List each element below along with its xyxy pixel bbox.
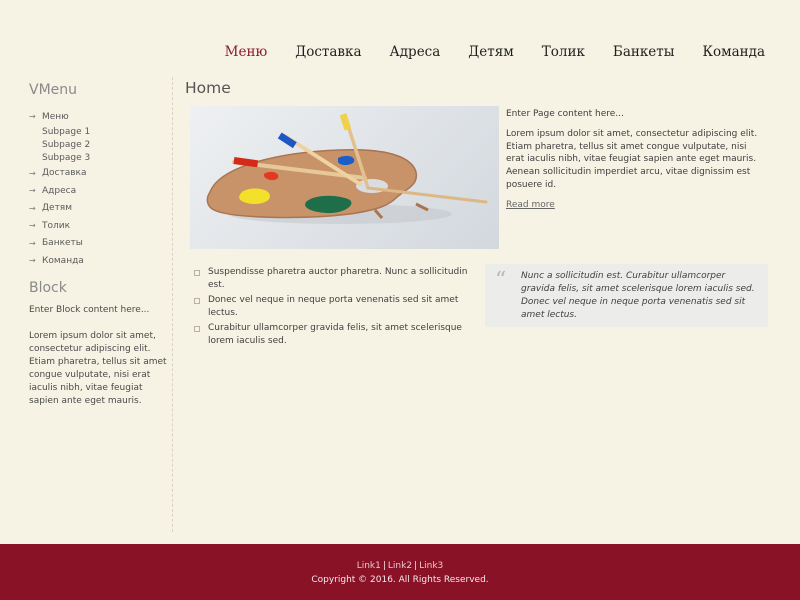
list-item-text: Donec vel neque in neque porta venenatis…: [208, 295, 459, 318]
vmenu-subpage-1[interactable]: Subpage 1: [29, 126, 169, 139]
arrow-right-icon: →: [29, 112, 36, 122]
arrow-right-icon: →: [29, 186, 36, 196]
vmenu-subpage-3[interactable]: Subpage 3: [29, 152, 169, 165]
square-bullet-icon: [194, 326, 200, 332]
arrow-right-icon: →: [29, 256, 36, 266]
block-intro: Enter Block content here...: [29, 304, 150, 315]
list-item: Donec vel neque in neque porta venenatis…: [193, 294, 473, 320]
list-item: Curabitur ullamcorper gravida felis, sit…: [193, 322, 473, 348]
top-nav: Меню Доставка Адреса Детям Толик Банкеты…: [197, 43, 765, 61]
nav-item-team[interactable]: Команда: [703, 43, 765, 61]
vmenu-item-delivery[interactable]: → Доставка: [29, 165, 169, 183]
arrow-right-icon: →: [29, 238, 36, 248]
quote-text: Nunc a sollicitudin est. Curabitur ullam…: [521, 271, 755, 320]
bullet-list: Suspendisse pharetra auctor pharetra. Nu…: [193, 266, 473, 350]
nav-item-addresses[interactable]: Адреса: [390, 43, 441, 61]
sidebar: VMenu → Меню Subpage 1 Subpage 2 Subpage…: [29, 80, 169, 421]
page-title: Home: [185, 79, 231, 97]
vmenu-item-addresses[interactable]: → Адреса: [29, 182, 169, 200]
intro-section: Enter Page content here... Lorem ipsum d…: [506, 108, 766, 212]
vmenu-item-menu[interactable]: → Меню: [29, 108, 169, 126]
block-body: Lorem ipsum dolor sit amet, consectetur …: [29, 330, 167, 406]
blockquote: “ Nunc a sollicitudin est. Curabitur ull…: [485, 264, 768, 327]
vmenu-item-banquets[interactable]: → Банкеты: [29, 235, 169, 253]
vmenu-item-label: Банкеты: [42, 238, 83, 249]
arrow-right-icon: →: [29, 203, 36, 213]
vmenu-item-label: Доставка: [42, 168, 87, 179]
vmenu-item-team[interactable]: → Команда: [29, 252, 169, 270]
block-content: Enter Block content here... Lorem ipsum …: [29, 304, 169, 408]
footer-links: Link1 | Link2 | Link3: [0, 560, 800, 572]
nav-item-menu[interactable]: Меню: [225, 43, 268, 61]
vmenu-item-label: Толик: [42, 220, 71, 231]
vmenu-item-label: Детям: [42, 203, 73, 214]
vmenu-subpage-2[interactable]: Subpage 2: [29, 139, 169, 152]
paint-palette-icon: [206, 113, 488, 224]
footer: Link1 | Link2 | Link3 Copyright © 2016. All …: [0, 544, 800, 600]
footer-link-1[interactable]: Link1: [357, 561, 381, 571]
read-more-link[interactable]: Read more: [506, 199, 766, 212]
arrow-right-icon: →: [29, 168, 36, 178]
vmenu-item-label: Адреса: [42, 185, 77, 196]
square-bullet-icon: [194, 270, 200, 276]
list-item-text: Suspendisse pharetra auctor pharetra. Nu…: [208, 267, 468, 290]
block-heading: Block: [29, 279, 67, 296]
separator: |: [382, 561, 386, 571]
square-bullet-icon: [194, 298, 200, 304]
nav-item-banquets[interactable]: Банкеты: [613, 43, 675, 61]
list-item: Suspendisse pharetra auctor pharetra. Nu…: [193, 266, 473, 292]
vmenu-item-tolik[interactable]: → Толик: [29, 217, 169, 235]
sidebar-divider: [172, 77, 174, 532]
intro-body: Lorem ipsum dolor sit amet, consectetur …: [506, 128, 758, 190]
intro-text: Enter Page content here...: [506, 109, 624, 119]
vmenu-item-kids[interactable]: → Детям: [29, 200, 169, 218]
list-item-text: Curabitur ullamcorper gravida felis, sit…: [208, 323, 462, 346]
arrow-right-icon: →: [29, 221, 36, 231]
quote-icon: “: [495, 268, 507, 293]
vmenu-item-label: Меню: [42, 111, 69, 122]
nav-item-kids[interactable]: Детям: [468, 43, 513, 61]
nav-item-tolik[interactable]: Толик: [542, 43, 585, 61]
vmenu: → Меню Subpage 1 Subpage 2 Subpage 3 → Д…: [29, 108, 169, 270]
nav-item-delivery[interactable]: Доставка: [295, 43, 361, 61]
footer-link-3[interactable]: Link3: [419, 561, 443, 571]
footer-link-2[interactable]: Link2: [388, 561, 412, 571]
hero-image: [190, 106, 499, 249]
vmenu-heading: VMenu: [29, 82, 78, 98]
copyright: Copyright © 2016. All Rights Reserved.: [311, 575, 489, 585]
vmenu-item-label: Команда: [42, 255, 84, 266]
